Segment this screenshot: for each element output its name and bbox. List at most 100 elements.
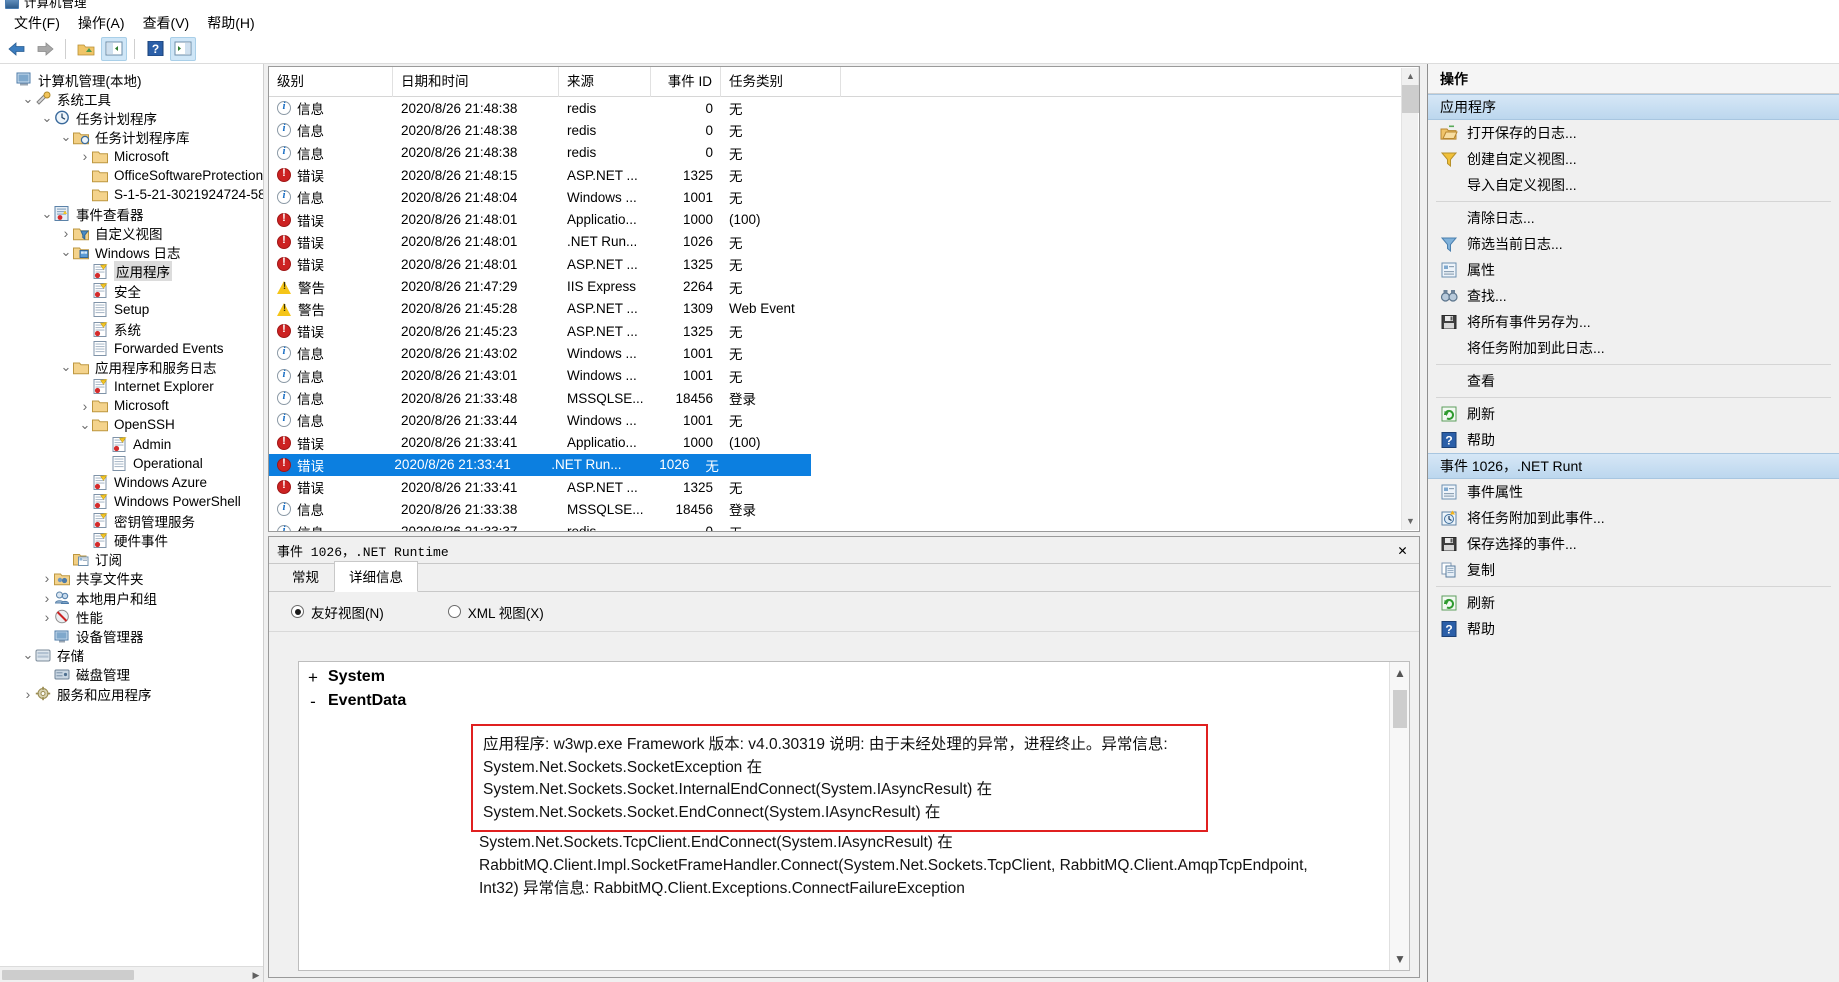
chevron-right-icon[interactable]: ›	[40, 610, 54, 624]
tree-openssh[interactable]: ⌄ OpenSSH	[0, 415, 263, 434]
action-save-all-events-as[interactable]: 将所有事件另存为...	[1428, 309, 1839, 335]
chevron-down-icon[interactable]: ⌄	[59, 245, 73, 258]
action-filter-current-log[interactable]: 筛选当前日志...	[1428, 231, 1839, 257]
action-event-properties[interactable]: 事件属性	[1428, 479, 1839, 505]
tree-microsoft[interactable]: › Microsoft	[0, 147, 263, 166]
radio-button[interactable]	[291, 605, 304, 618]
tree-openssh-operational[interactable]: Operational	[0, 454, 263, 473]
column-header-datetime[interactable]: 日期和时间	[393, 67, 559, 97]
detail-node-system[interactable]: + System	[299, 666, 1409, 690]
up-folder-button[interactable]	[73, 37, 99, 61]
table-row[interactable]: 错误 2020/8/26 21:48:01 ASP.NET ... 1325 无	[269, 253, 1419, 275]
tab-general[interactable]: 常规	[277, 561, 334, 591]
tree-security-log[interactable]: 安全	[0, 280, 263, 300]
tree-scroll-right-arrow[interactable]: ▶	[250, 969, 262, 981]
tree-forwarded-events[interactable]: Forwarded Events	[0, 339, 263, 358]
column-header-source[interactable]: 来源	[559, 67, 651, 97]
tree-hardware-events[interactable]: 硬件事件	[0, 529, 263, 550]
action-attach-task-to-event[interactable]: 将任务附加到此事件...	[1428, 505, 1839, 531]
tree-horizontal-scrollbar[interactable]: ▶	[0, 966, 263, 982]
chevron-right-icon[interactable]: ›	[40, 571, 54, 585]
table-row[interactable]: 信息 2020/8/26 21:33:48 MSSQLSE... 18456 登录	[269, 387, 1419, 409]
chevron-down-icon[interactable]: ⌄	[40, 207, 54, 220]
column-header-event_id[interactable]: 事件 ID	[651, 67, 721, 97]
console-tree-button[interactable]	[101, 36, 127, 61]
action-refresh[interactable]: 刷新	[1428, 401, 1839, 427]
detail-vertical-scrollbar[interactable]: ▲ ▼	[1389, 662, 1409, 970]
chevron-down-icon[interactable]: ⌄	[21, 92, 35, 105]
chevron-down-icon[interactable]: ⌄	[59, 360, 73, 373]
action-import-custom-view[interactable]: 导入自定义视图...	[1428, 172, 1839, 198]
scroll-up-arrow[interactable]: ▲	[1402, 68, 1419, 85]
table-row[interactable]: 错误 2020/8/26 21:48:01 .NET Run... 1026 无	[269, 231, 1419, 253]
action-properties[interactable]: 属性	[1428, 257, 1839, 283]
menu-file[interactable]: 文件(F)	[5, 12, 69, 34]
help-button[interactable]: ?	[142, 37, 168, 61]
chevron-down-icon[interactable]: ⌄	[40, 111, 54, 124]
chevron-right-icon[interactable]: ›	[78, 399, 92, 413]
table-row[interactable]: 信息 2020/8/26 21:43:01 Windows ... 1001 无	[269, 365, 1419, 387]
radio-button[interactable]	[447, 605, 461, 618]
detail-scroll-down-arrow[interactable]: ▼	[1390, 948, 1409, 970]
tree-openssh-admin[interactable]: Admin	[0, 433, 263, 454]
tree-application-log[interactable]: 应用程序	[0, 260, 263, 282]
table-row[interactable]: 错误 2020/8/26 21:45:23 ASP.NET ... 1325 无	[269, 320, 1419, 342]
table-row[interactable]: 错误 2020/8/26 21:33:41 Applicatio... 1000 (10…	[269, 431, 1419, 453]
table-row[interactable]: 信息 2020/8/26 21:48:38 redis 0无	[269, 97, 1419, 119]
action-help[interactable]: ? 帮助	[1428, 427, 1839, 453]
table-row[interactable]: 警告 2020/8/26 21:47:29 IIS Express 2264 无	[269, 275, 1419, 297]
action-clear-log[interactable]: 清除日志...	[1428, 205, 1839, 231]
action-create-custom-view[interactable]: 创建自定义视图...	[1428, 146, 1839, 172]
action-open-saved-log[interactable]: 打开保存的日志...	[1428, 120, 1839, 146]
radio-friendly-view[interactable]: 友好视图(N)	[291, 602, 384, 622]
detail-node-eventdata[interactable]: - EventData	[299, 690, 1409, 714]
table-row[interactable]: 警告 2020/8/26 21:45:28 ASP.NET ... 1309 Web E…	[269, 298, 1419, 320]
tree-task-scheduler[interactable]: ⌄ 任务计划程序	[0, 108, 263, 127]
tree-windows-logs[interactable]: ⌄ Windows 日志	[0, 243, 263, 262]
action-attach-task-to-log[interactable]: 将任务附加到此日志...	[1428, 335, 1839, 361]
action-help-event[interactable]: ? 帮助	[1428, 616, 1839, 642]
menu-help[interactable]: 帮助(H)	[198, 12, 263, 34]
tree-storage[interactable]: ⌄ 存储	[0, 646, 263, 665]
tree-shared-folders[interactable]: › 共享文件夹	[0, 569, 263, 588]
table-row[interactable]: 错误 2020/8/26 21:33:41 ASP.NET ... 1325 无	[269, 476, 1419, 498]
chevron-right-icon[interactable]: ›	[59, 226, 73, 240]
chevron-right-icon[interactable]: ›	[21, 687, 35, 701]
menu-action[interactable]: 操作(A)	[69, 12, 134, 34]
event-list-vertical-scrollbar[interactable]: ▲ ▼	[1401, 68, 1419, 530]
tree-system-log[interactable]: 系统	[0, 318, 263, 338]
expand-plus-icon[interactable]: +	[307, 668, 319, 688]
close-icon[interactable]: ✕	[1394, 541, 1411, 560]
action-copy[interactable]: 复制	[1428, 557, 1839, 583]
chevron-right-icon[interactable]: ›	[78, 149, 92, 163]
tree-computer-management[interactable]: 计算机管理(本地)	[0, 70, 263, 89]
tree-performance[interactable]: › 性能	[0, 607, 263, 626]
table-row[interactable]: 信息 2020/8/26 21:43:02 Windows ... 1001 无	[269, 342, 1419, 364]
action-save-selected-events[interactable]: 保存选择的事件...	[1428, 531, 1839, 557]
action-view[interactable]: 查看	[1428, 368, 1839, 394]
detail-scroll-up-arrow[interactable]: ▲	[1390, 662, 1409, 684]
tab-details[interactable]: 详细信息	[334, 561, 418, 592]
scroll-down-arrow[interactable]: ▼	[1402, 513, 1419, 530]
tree-system-tools[interactable]: ⌄ 系统工具	[0, 89, 263, 108]
tree-custom-views[interactable]: › 自定义视图	[0, 224, 263, 243]
table-row[interactable]: 错误 2020/8/26 21:48:01 Applicatio... 1000 (10…	[269, 208, 1419, 230]
tree-setup-log[interactable]: Setup	[0, 300, 263, 319]
column-header-level[interactable]: 级别	[269, 67, 393, 97]
tree-applications-and-services-logs[interactable]: ⌄ 应用程序和服务日志	[0, 358, 263, 377]
table-row[interactable]: 信息 2020/8/26 21:48:38 redis 0无	[269, 142, 1419, 164]
detail-scroll-thumb[interactable]	[1393, 690, 1407, 728]
tree-subscriptions[interactable]: 订阅	[0, 550, 263, 569]
column-header-task_category[interactable]: 任务类别	[721, 67, 841, 97]
tree-windows-powershell[interactable]: Windows PowerShell	[0, 491, 263, 511]
action-find[interactable]: 查找...	[1428, 283, 1839, 309]
collapse-minus-icon[interactable]: -	[307, 692, 319, 712]
chevron-right-icon[interactable]: ›	[40, 591, 54, 605]
back-button[interactable]	[4, 37, 30, 61]
table-row[interactable]: 信息 2020/8/26 21:48:04 Windows ... 1001 无	[269, 186, 1419, 208]
tree-key-management-service[interactable]: 密钥管理服务	[0, 510, 263, 530]
action-pane-button[interactable]	[170, 36, 196, 61]
chevron-down-icon[interactable]: ⌄	[59, 130, 73, 143]
tree-sid-folder[interactable]: S-1-5-21-3021924724-583	[0, 185, 263, 204]
tree-device-manager[interactable]: 设备管理器	[0, 626, 263, 645]
